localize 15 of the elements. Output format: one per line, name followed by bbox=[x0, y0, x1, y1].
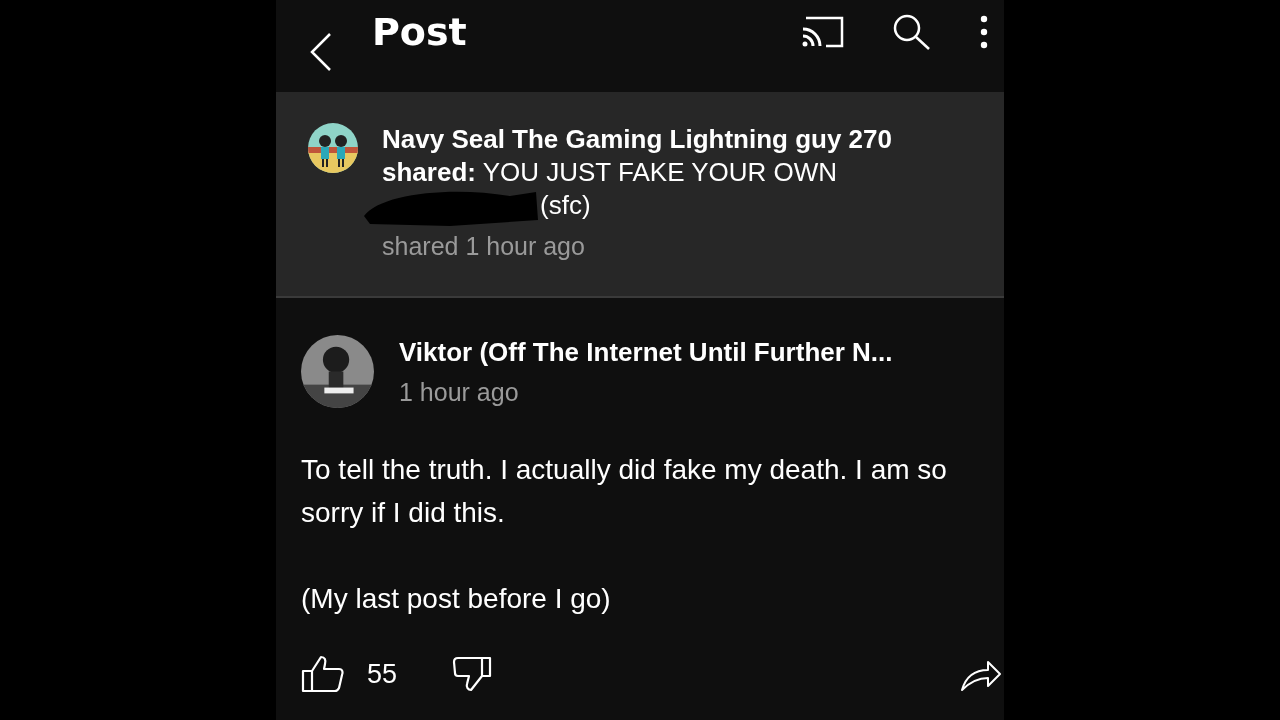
post-paragraph: (My last post before I go) bbox=[301, 582, 612, 616]
post-time: 1 hour ago bbox=[399, 378, 520, 407]
page-title: Post bbox=[372, 10, 468, 56]
post-paragraph: To tell the truth. I actually did fake my death. I am so sorry if I did this. bbox=[301, 453, 948, 530]
more-button[interactable] bbox=[980, 15, 988, 49]
shared-time: shared 1 hour ago bbox=[382, 232, 586, 261]
like-button[interactable] bbox=[301, 655, 345, 693]
author-name[interactable]: Viktor (Off The Internet Until Further N... bbox=[399, 337, 893, 368]
shared-post-tail: (sfc) bbox=[540, 190, 591, 221]
cast-button[interactable] bbox=[800, 15, 844, 49]
avatar bbox=[308, 123, 358, 173]
shared-post-text: Navy Seal The Gaming Lightning guy 270 shared: YOU JUST FAKE YOUR OWN bbox=[382, 123, 893, 189]
search-button[interactable] bbox=[892, 13, 932, 51]
like-count: 55 bbox=[367, 658, 399, 690]
dislike-button[interactable] bbox=[452, 656, 492, 692]
